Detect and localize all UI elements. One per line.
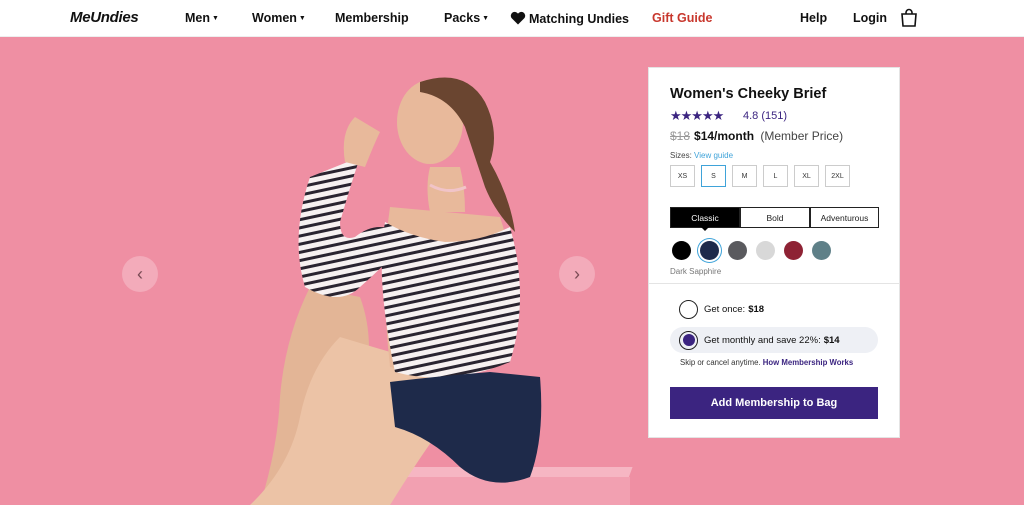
heart-icon: [510, 11, 526, 25]
color-swatch-charcoal[interactable]: [728, 241, 747, 260]
selected-color-name: Dark Sapphire: [670, 267, 722, 276]
sizes-label: Sizes: View guide: [670, 151, 733, 160]
size-m-button[interactable]: M: [732, 165, 757, 187]
original-price: $18: [670, 129, 691, 143]
how-membership-works-link[interactable]: How Membership Works: [763, 358, 853, 367]
get-monthly-label: Get monthly and save 22%:: [704, 334, 821, 346]
radio-unselected[interactable]: [679, 299, 698, 319]
nav-login[interactable]: Login: [853, 11, 887, 25]
color-swatch-slate-teal[interactable]: [812, 241, 831, 260]
get-monthly-option[interactable]: Get monthly and save 22%: $14: [670, 327, 878, 353]
model-photo: [250, 77, 542, 505]
radio-dot: [682, 334, 695, 346]
product-title: Women's Cheeky Brief: [670, 86, 827, 102]
sizes-label-text: Sizes:: [670, 151, 692, 160]
size-2xl-button[interactable]: 2XL: [825, 165, 850, 187]
chevron-down-icon: ▼: [212, 15, 219, 22]
shopping-bag-icon[interactable]: [900, 8, 918, 27]
nav-membership[interactable]: Membership: [335, 11, 409, 25]
chevron-left-icon: ‹: [137, 263, 143, 284]
nav-matching-undies[interactable]: Matching Undies: [510, 11, 629, 26]
nav-men-label: Men: [185, 11, 210, 25]
color-swatch-burgundy[interactable]: [784, 241, 803, 260]
carousel-next-button[interactable]: ›: [559, 256, 595, 292]
add-membership-to-bag-button[interactable]: Add Membership to Bag: [670, 387, 878, 419]
size-xs-button[interactable]: XS: [670, 165, 695, 187]
skip-text: Skip or cancel anytime.: [680, 358, 761, 367]
size-l-button[interactable]: L: [763, 165, 788, 187]
nav-women-label: Women: [252, 11, 297, 25]
tab-classic[interactable]: Classic: [670, 207, 740, 228]
active-tab-pointer: [701, 227, 709, 231]
member-price: $14/month: [694, 129, 755, 143]
price-row: $18 $14/month (Member Price): [670, 129, 843, 143]
nav-women[interactable]: Women ▼: [252, 11, 306, 25]
nav-packs[interactable]: Packs ▼: [444, 11, 489, 25]
review-count: (151): [761, 110, 788, 122]
radio-selected[interactable]: [679, 330, 698, 350]
get-once-label: Get once:: [704, 303, 746, 315]
top-nav: MeUndies Men ▼ Women ▼ Membership Packs ▼ M…: [0, 0, 1024, 37]
chevron-right-icon: ›: [574, 263, 580, 284]
nav-help[interactable]: Help: [800, 11, 827, 25]
price-note: (Member Price): [760, 129, 844, 143]
chevron-down-icon: ▼: [482, 15, 490, 22]
color-swatch-black[interactable]: [672, 241, 691, 260]
nav-matching-label: Matching Undies: [529, 12, 630, 26]
rating-value: 4.8: [743, 110, 759, 122]
rating-stars-icon: ★★★★★: [670, 108, 724, 123]
tab-adventurous[interactable]: Adventurous: [810, 207, 879, 228]
view-guide-link[interactable]: View guide: [694, 151, 733, 160]
color-swatch-dark-sapphire[interactable]: [700, 241, 719, 260]
nav-gift-guide[interactable]: Gift Guide: [652, 11, 712, 25]
get-monthly-price: $14: [823, 334, 840, 346]
divider: [649, 283, 899, 284]
product-panel: Women's Cheeky Brief ★★★★★ 4.8 (151) $18…: [648, 67, 900, 438]
nav-packs-label: Packs: [444, 11, 481, 25]
carousel-prev-button[interactable]: ‹: [122, 256, 158, 292]
size-s-button[interactable]: S: [701, 165, 726, 187]
chevron-down-icon: ▼: [298, 15, 306, 22]
color-swatch-light-grey[interactable]: [756, 241, 775, 260]
size-xl-button[interactable]: XL: [794, 165, 819, 187]
tab-bold[interactable]: Bold: [740, 207, 810, 228]
get-once-option[interactable]: Get once: $18: [670, 296, 878, 322]
skip-note: Skip or cancel anytime. How Membership W…: [680, 358, 853, 367]
nav-men[interactable]: Men ▼: [185, 11, 219, 25]
get-once-price: $18: [748, 303, 765, 315]
rating-summary[interactable]: 4.8 (151): [743, 110, 787, 122]
meundies-logo[interactable]: MeUndies: [70, 9, 139, 26]
